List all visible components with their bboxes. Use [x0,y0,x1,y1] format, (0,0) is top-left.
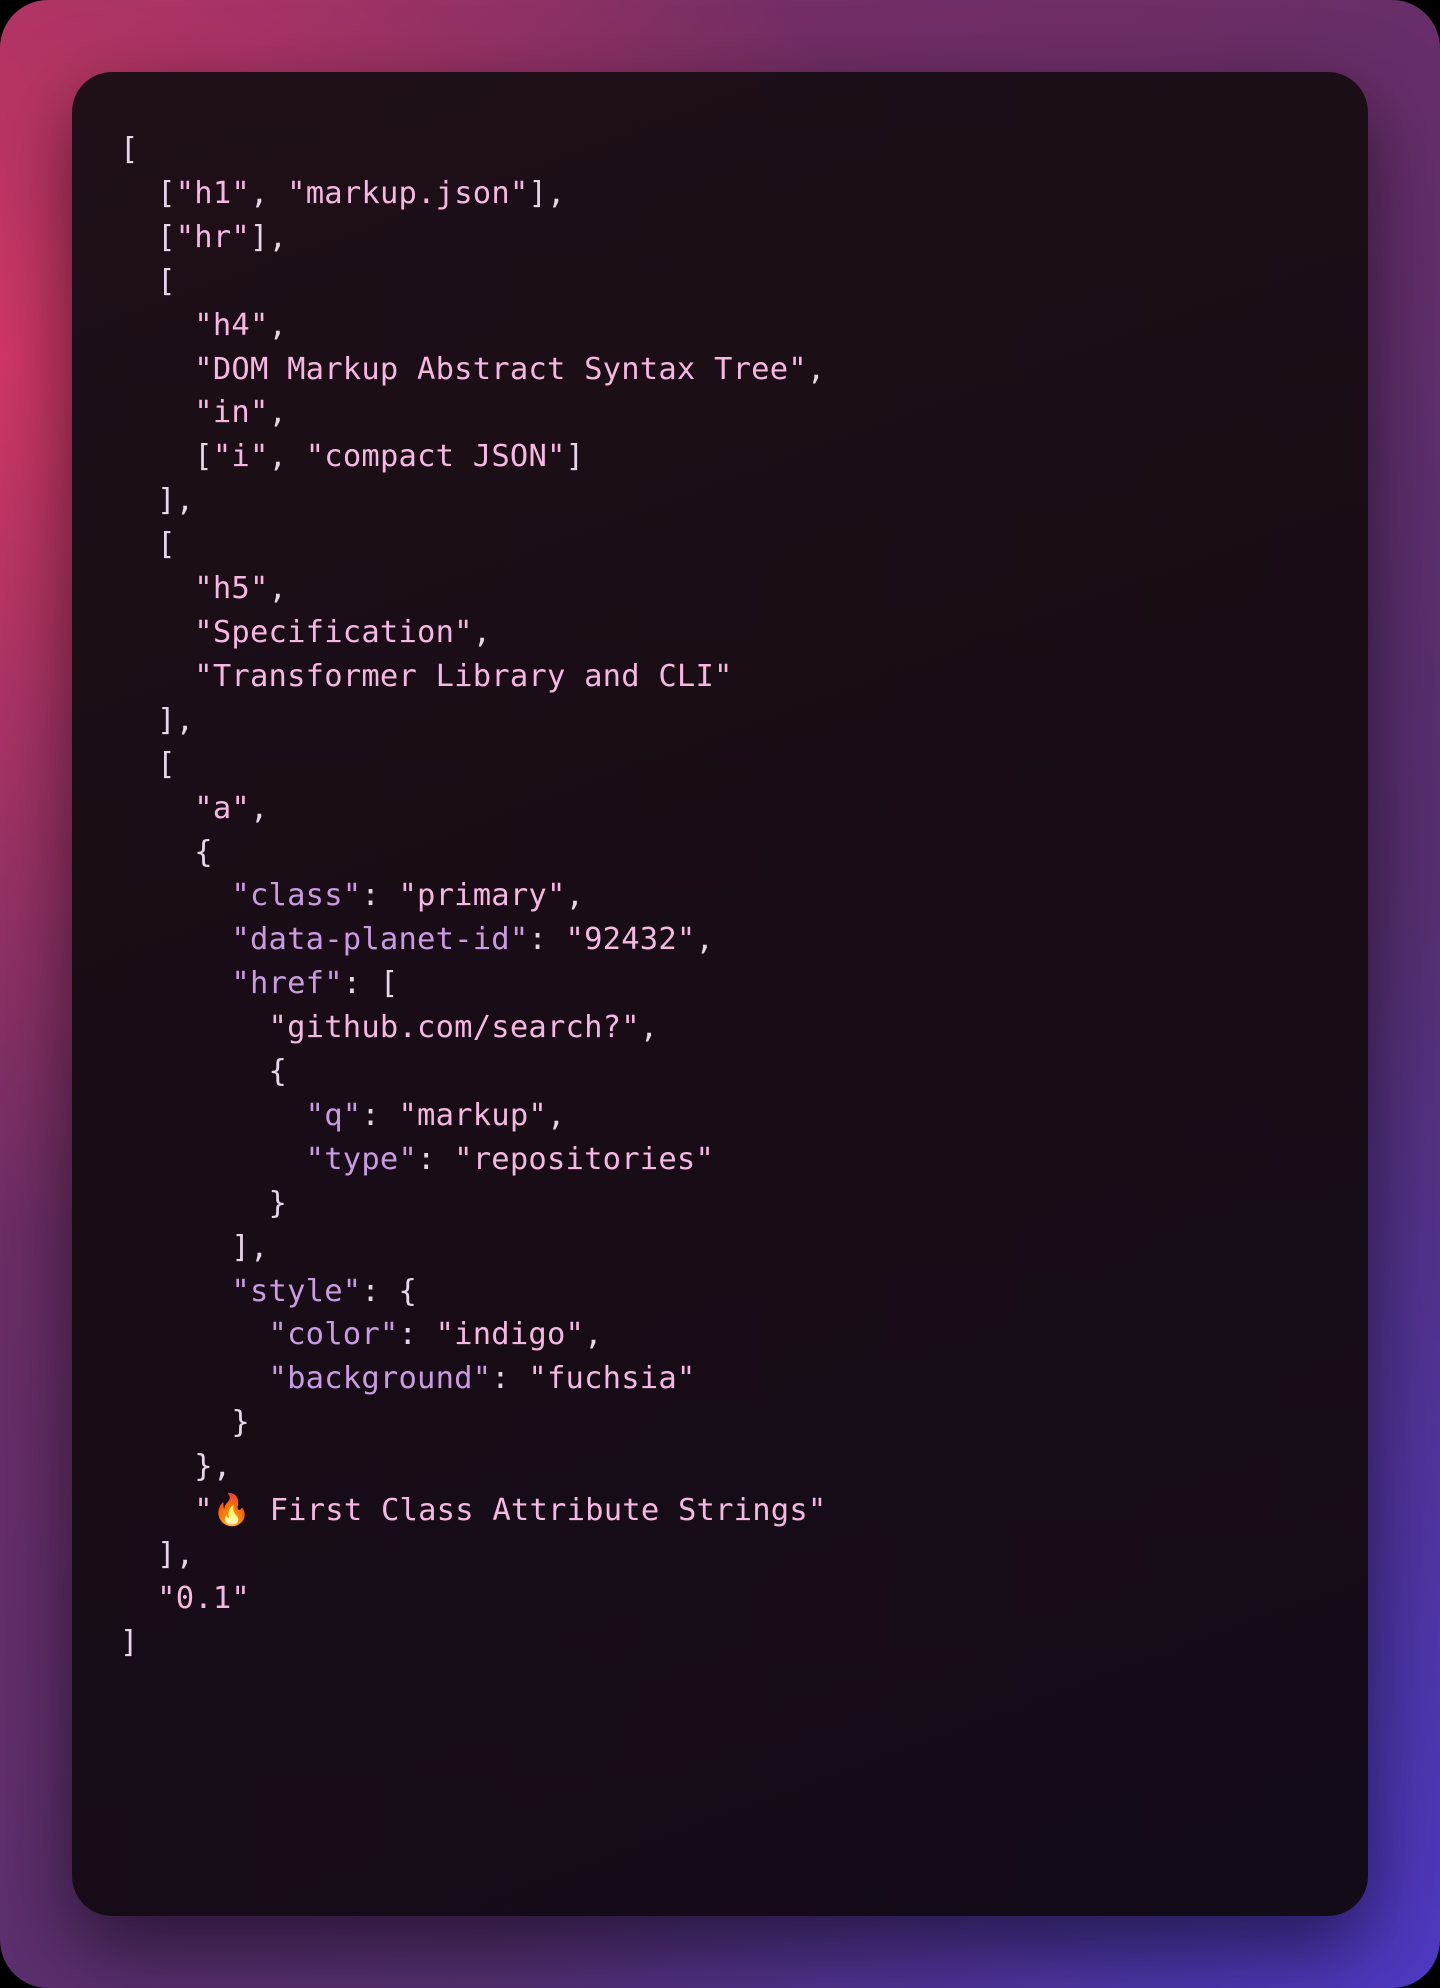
h5-string-1: "Specification" [194,615,472,650]
background-key: "background" [269,1361,492,1396]
h5-tag: "h5" [194,571,268,606]
h1-value: "markup.json" [287,176,528,211]
h4-string-1: "DOM Markup Abstract Syntax Tree" [194,352,807,387]
href-key: "href" [231,966,342,1001]
code-panel: [ ["h1", "markup.json"], ["hr"], [ "h4",… [72,72,1368,1916]
color-key: "color" [269,1317,399,1352]
code-block: [ ["h1", "markup.json"], ["hr"], [ "h4",… [120,128,1320,1665]
color-val: "indigo" [436,1317,585,1352]
a-tag: "a" [194,791,250,826]
type-val: "repositories" [454,1142,714,1177]
style-key: "style" [231,1274,361,1309]
fire-icon: 🔥 [213,1493,251,1528]
data-planet-id-val: "92432" [566,922,696,957]
hr-tag: "hr" [176,220,250,255]
first-class-attr-strings: First Class Attribute Strings" [251,1493,826,1528]
href-url: "github.com/search?" [269,1010,640,1045]
q-key: "q" [306,1098,362,1133]
i-value: "compact JSON" [306,439,566,474]
gradient-frame: [ ["h1", "markup.json"], ["hr"], [ "h4",… [0,0,1440,1988]
bracket-close: ] [120,1625,139,1660]
version-string: "0.1" [157,1581,250,1616]
h1-tag: "h1" [176,176,250,211]
i-tag: "i" [213,439,269,474]
background-val: "fuchsia" [528,1361,695,1396]
type-key: "type" [306,1142,417,1177]
h4-tag: "h4" [194,308,268,343]
bracket-open: [ [120,132,139,167]
q-val: "markup" [398,1098,547,1133]
h4-string-2: "in" [194,395,268,430]
data-planet-id-key: "data-planet-id" [231,922,528,957]
class-val: "primary" [398,878,565,913]
class-key: "class" [231,878,361,913]
h5-string-2: "Transformer Library and CLI" [194,659,732,694]
